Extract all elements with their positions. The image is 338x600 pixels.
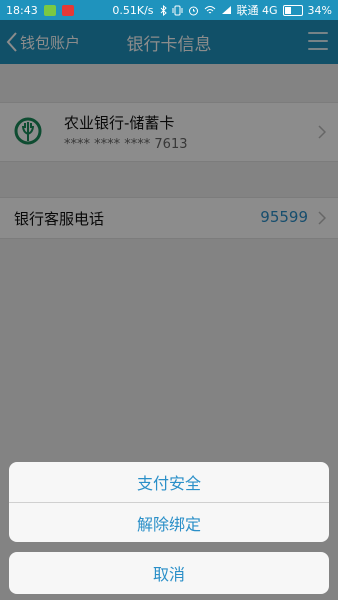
unbind-card-button[interactable]: 解除绑定 xyxy=(9,502,329,542)
payment-security-button[interactable]: 支付安全 xyxy=(9,462,329,502)
wifi-icon xyxy=(204,6,215,14)
action-sheet: 支付安全 解除绑定 xyxy=(9,462,329,542)
bluetooth-icon xyxy=(160,4,167,16)
carrier-label: 联通 4G xyxy=(236,4,278,17)
status-time: 18:43 xyxy=(6,3,38,17)
alarm-icon xyxy=(188,6,198,15)
app-notification-icon xyxy=(43,4,56,16)
signal-icon xyxy=(221,6,231,14)
news-notification-icon xyxy=(61,4,74,16)
network-speed: 0.51K/s xyxy=(112,3,154,17)
battery-icon xyxy=(282,4,303,16)
vibrate-icon xyxy=(172,5,183,15)
cancel-button[interactable]: 取消 xyxy=(9,552,329,594)
status-bar: 18:43 0.51K/s 联通 4G 34% xyxy=(0,0,338,20)
battery-level: 34% xyxy=(307,3,332,17)
